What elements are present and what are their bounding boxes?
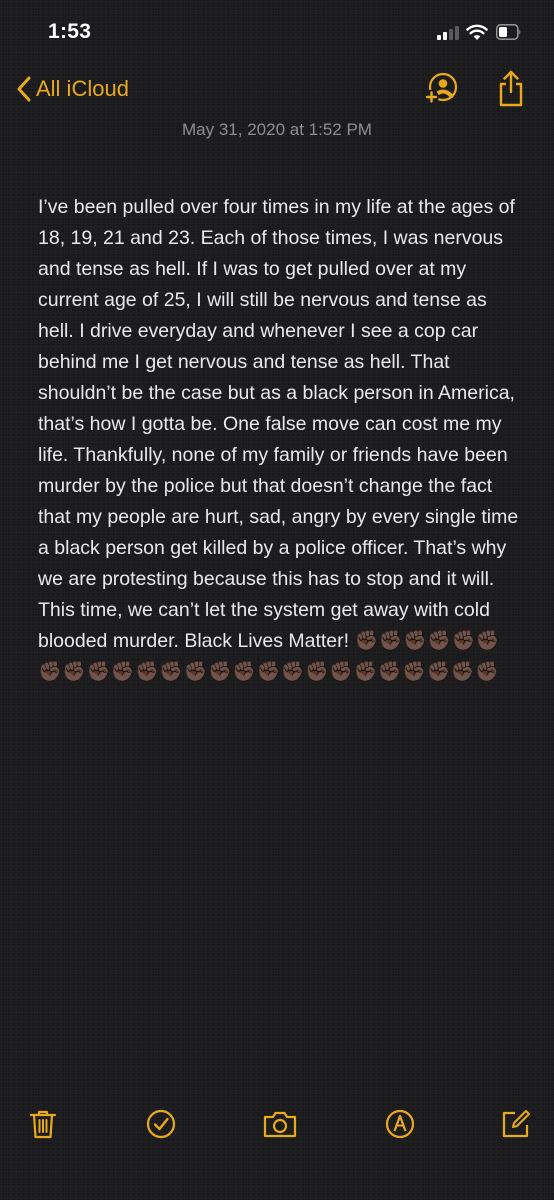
add-person-icon[interactable] [423,72,461,108]
status-bar: 1:53 [0,0,554,64]
cellular-signal-icon [437,26,459,40]
trash-icon[interactable] [27,1108,59,1140]
markup-icon[interactable] [384,1108,416,1140]
note-body[interactable]: I’ve been pulled over four times in my l… [38,192,522,688]
share-icon[interactable] [496,70,526,108]
bottom-toolbar [0,1100,554,1150]
navigation-bar: All iCloud [0,64,554,114]
camera-icon[interactable] [262,1108,298,1140]
battery-icon [496,24,521,40]
chevron-left-icon [17,76,31,102]
home-indicator [0,1170,554,1200]
back-button[interactable]: All iCloud [16,76,129,102]
wifi-icon [466,24,488,40]
note-date: May 31, 2020 at 1:52 PM [182,120,372,139]
compose-icon[interactable] [500,1108,532,1140]
checklist-icon[interactable] [145,1108,177,1140]
back-label: All iCloud [36,76,129,101]
status-time: 1:53 [48,20,92,43]
